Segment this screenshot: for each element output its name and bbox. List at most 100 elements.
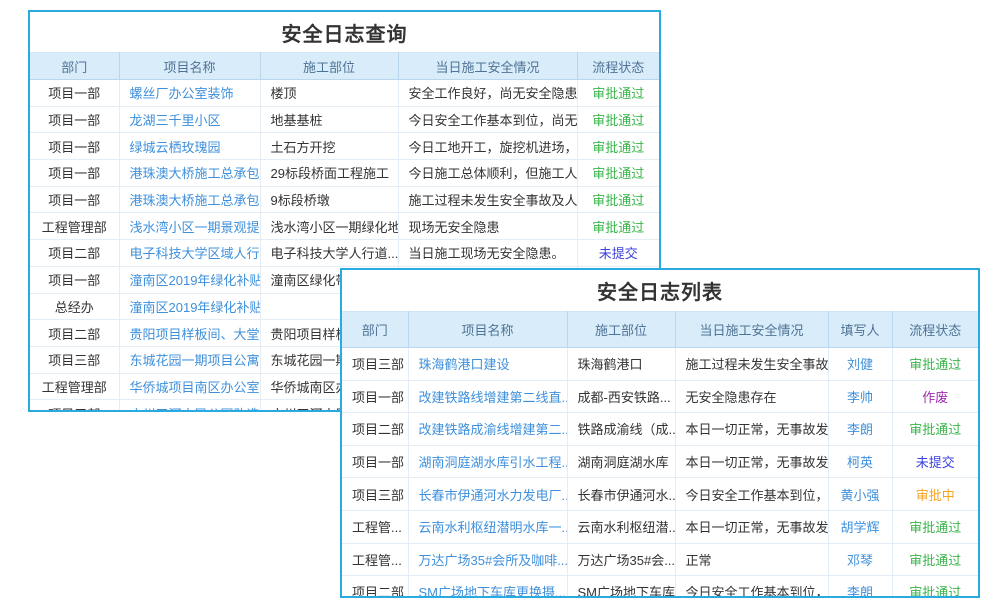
construction-site-cell: 土石方开挖 <box>260 133 398 160</box>
table-row: 项目二部SM广场地下车库更换摄...SM广场地下车库今日安全工作基本到位，...… <box>342 576 978 598</box>
department-cell: 项目一部 <box>30 186 119 213</box>
column-header: 当日施工安全情况 <box>398 53 577 80</box>
workflow-status-badge: 审批通过 <box>892 576 978 598</box>
project-name-link[interactable]: 电子科技大学区域人行道及非 <box>119 240 260 267</box>
project-name-link[interactable]: 万达广场35#会所及咖啡... <box>408 543 567 576</box>
department-cell: 项目二部 <box>30 320 119 347</box>
workflow-status-badge: 审批通过 <box>892 413 978 446</box>
daily-safety-cell: 今日安全工作基本到位，尚无... <box>398 106 577 133</box>
writer-link[interactable]: 胡学辉 <box>828 510 892 543</box>
department-cell: 项目一部 <box>30 133 119 160</box>
department-cell: 工程管理部 <box>30 373 119 400</box>
workflow-status-badge: 审批通过 <box>577 160 659 187</box>
department-cell: 项目三部 <box>342 348 408 381</box>
construction-site-cell: 珠海鹤港口 <box>567 348 675 381</box>
table-row: 项目一部港珠澳大桥施工总承包项目9标段桥墩施工过程未发生安全事故及人...审批通… <box>30 186 659 213</box>
project-name-link[interactable]: SM广场地下车库更换摄... <box>408 576 567 598</box>
project-name-link[interactable]: 港珠澳大桥施工总承包项目 <box>119 160 260 187</box>
project-name-link[interactable]: 珠海鹤港口建设 <box>408 348 567 381</box>
column-header: 施工部位 <box>260 53 398 80</box>
project-name-link[interactable]: 湖南洞庭湖水库引水工程... <box>408 445 567 478</box>
column-header: 流程状态 <box>892 312 978 348</box>
department-cell: 工程管... <box>342 510 408 543</box>
table-row: 工程管理部浅水湾小区一期景观提升工程浅水湾小区一期绿化地现场无安全隐患审批通过 <box>30 213 659 240</box>
project-name-link[interactable]: 华侨城项目南区办公室内装修 <box>119 373 260 400</box>
department-cell: 项目一部 <box>30 160 119 187</box>
project-name-link[interactable]: 改建铁路线增建第二线直... <box>408 380 567 413</box>
project-name-link[interactable]: 港珠澳大桥施工总承包项目 <box>119 186 260 213</box>
workflow-status-badge: 作废 <box>892 380 978 413</box>
workflow-status-badge: 审批通过 <box>892 348 978 381</box>
daily-safety-cell: 本日一切正常，无事故发... <box>675 413 828 446</box>
writer-link[interactable]: 黄小强 <box>828 478 892 511</box>
page-title: 安全日志列表 <box>342 270 978 311</box>
writer-link[interactable]: 邓琴 <box>828 543 892 576</box>
table-header-row: 部门项目名称施工部位当日施工安全情况流程状态 <box>30 53 659 80</box>
table-row: 项目一部湖南洞庭湖水库引水工程...湖南洞庭湖水库本日一切正常，无事故发...柯… <box>342 445 978 478</box>
daily-safety-cell: 施工过程未发生安全事故及人... <box>398 186 577 213</box>
construction-site-cell: 云南水利枢纽潜... <box>567 510 675 543</box>
department-cell: 项目一部 <box>342 380 408 413</box>
writer-link[interactable]: 刘健 <box>828 348 892 381</box>
construction-site-cell: SM广场地下车库 <box>567 576 675 598</box>
writer-link[interactable]: 柯英 <box>828 445 892 478</box>
table-row: 项目一部改建铁路线增建第二线直...成都-西安铁路...无安全隐患存在李帅作废 <box>342 380 978 413</box>
department-cell: 项目二部 <box>30 240 119 267</box>
workflow-status-badge: 未提交 <box>892 445 978 478</box>
table-row: 项目一部螺丝厂办公室装饰楼顶安全工作良好，尚无安全隐患...审批通过 <box>30 80 659 107</box>
column-header: 部门 <box>342 312 408 348</box>
workflow-status-badge: 审批通过 <box>892 543 978 576</box>
writer-link[interactable]: 李朗 <box>828 576 892 598</box>
workflow-status-badge: 未提交 <box>577 240 659 267</box>
department-cell: 项目三部 <box>342 478 408 511</box>
daily-safety-cell: 正常 <box>675 543 828 576</box>
construction-site-cell: 湖南洞庭湖水库 <box>567 445 675 478</box>
project-name-link[interactable]: 贵阳项目样板间、大堂、电梯 <box>119 320 260 347</box>
daily-safety-cell: 今日工地开工，旋挖机进场，... <box>398 133 577 160</box>
page-title: 安全日志查询 <box>30 12 659 52</box>
daily-safety-cell: 无安全隐患存在 <box>675 380 828 413</box>
column-header: 部门 <box>30 53 119 80</box>
project-name-link[interactable]: 潼南区2019年绿化补贴项目-绿 <box>119 266 260 293</box>
construction-site-cell: 楼顶 <box>260 80 398 107</box>
daily-safety-cell: 安全工作良好，尚无安全隐患... <box>398 80 577 107</box>
project-name-link[interactable]: 云南水利枢纽潜明水库一... <box>408 510 567 543</box>
construction-site-cell: 电子科技大学人行道... <box>260 240 398 267</box>
project-name-link[interactable]: 东城花园一期项目公寓大堂 装 <box>119 346 260 373</box>
table-row: 工程管...万达广场35#会所及咖啡...万达广场35#会...正常邓琴审批通过 <box>342 543 978 576</box>
project-name-link[interactable]: 螺丝厂办公室装饰 <box>119 80 260 107</box>
construction-site-cell: 地基基桩 <box>260 106 398 133</box>
column-header: 项目名称 <box>119 53 260 80</box>
writer-link[interactable]: 李朗 <box>828 413 892 446</box>
construction-site-cell: 9标段桥墩 <box>260 186 398 213</box>
workflow-status-badge: 审批中 <box>892 478 978 511</box>
project-name-link[interactable]: 龙湖三千里小区 <box>119 106 260 133</box>
department-cell: 项目一部 <box>342 445 408 478</box>
project-name-link[interactable]: 潼南区2019年绿化补贴项目-绿 <box>119 293 260 320</box>
daily-safety-cell: 现场无安全隐患 <box>398 213 577 240</box>
table-row: 项目二部改建铁路成渝线增建第二...铁路成渝线（成...本日一切正常，无事故发.… <box>342 413 978 446</box>
column-header: 项目名称 <box>408 312 567 348</box>
table-row: 项目一部绿城云栖玫瑰园土石方开挖今日工地开工，旋挖机进场，...审批通过 <box>30 133 659 160</box>
construction-site-cell: 长春市伊通河水... <box>567 478 675 511</box>
table-row: 工程管...云南水利枢纽潜明水库一...云南水利枢纽潜...本日一切正常，无事故… <box>342 510 978 543</box>
construction-site-cell: 铁路成渝线（成... <box>567 413 675 446</box>
workflow-status-badge: 审批通过 <box>577 213 659 240</box>
workflow-status-badge: 审批通过 <box>892 510 978 543</box>
department-cell: 项目二部 <box>342 413 408 446</box>
project-name-link[interactable]: 浅水湾小区一期景观提升工程 <box>119 213 260 240</box>
project-name-link[interactable]: 广州天河人民公园改造工程 <box>119 400 260 412</box>
project-name-link[interactable]: 绿城云栖玫瑰园 <box>119 133 260 160</box>
table-row: 项目三部长春市伊通河水力发电厂...长春市伊通河水...今日安全工作基本到位，.… <box>342 478 978 511</box>
table-row: 项目一部龙湖三千里小区地基基桩今日安全工作基本到位，尚无...审批通过 <box>30 106 659 133</box>
daily-safety-cell: 本日一切正常，无事故发... <box>675 510 828 543</box>
department-cell: 项目一部 <box>30 80 119 107</box>
column-header: 当日施工安全情况 <box>675 312 828 348</box>
construction-site-cell: 成都-西安铁路... <box>567 380 675 413</box>
writer-link[interactable]: 李帅 <box>828 380 892 413</box>
department-cell: 项目三部 <box>30 346 119 373</box>
project-name-link[interactable]: 改建铁路成渝线增建第二... <box>408 413 567 446</box>
safety-log-list-table: 部门项目名称施工部位当日施工安全情况填写人流程状态 项目三部珠海鹤港口建设珠海鹤… <box>342 311 978 598</box>
construction-site-cell: 29标段桥面工程施工 <box>260 160 398 187</box>
project-name-link[interactable]: 长春市伊通河水力发电厂... <box>408 478 567 511</box>
